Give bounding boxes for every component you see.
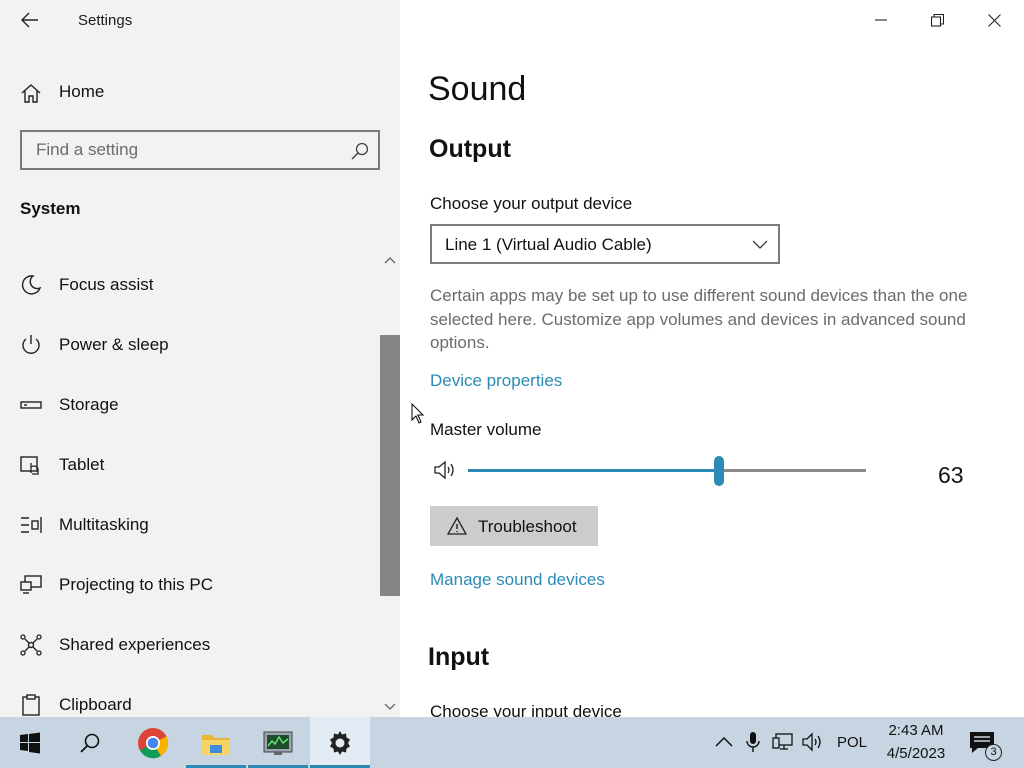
master-volume-label: Master volume bbox=[430, 420, 542, 439]
sidebar-item-label: Multitasking bbox=[59, 515, 149, 534]
sound-settings-page: Sound Output Choose your output device L… bbox=[400, 0, 1024, 717]
taskbar-file-explorer[interactable] bbox=[186, 717, 246, 768]
master-volume-value: 63 bbox=[938, 462, 964, 488]
app-title: Settings bbox=[78, 12, 133, 29]
sidebar-item-label: Projecting to this PC bbox=[59, 575, 214, 594]
scroll-up-chevron-icon[interactable] bbox=[383, 254, 397, 266]
output-device-dropdown[interactable]: Line 1 (Virtual Audio Cable) bbox=[430, 224, 780, 264]
tablet-icon bbox=[20, 456, 39, 475]
sidebar-item-label: Focus assist bbox=[59, 275, 154, 294]
close-button[interactable] bbox=[966, 0, 1023, 40]
search-icon bbox=[80, 733, 100, 753]
section-label-system: System bbox=[20, 199, 81, 218]
sidebar-item-projecting[interactable]: Projecting to this PC bbox=[0, 556, 380, 616]
scroll-down-chevron-icon[interactable] bbox=[383, 700, 397, 712]
sidebar-item-label: Clipboard bbox=[59, 695, 132, 714]
slider-thumb[interactable] bbox=[714, 456, 724, 486]
page-title: Sound bbox=[428, 70, 527, 108]
multitasking-icon bbox=[21, 517, 42, 533]
notification-count-badge: 3 bbox=[985, 744, 1002, 761]
start-button[interactable] bbox=[0, 717, 60, 768]
minimize-button[interactable] bbox=[852, 0, 909, 40]
sidebar-nav-list: Focus assist Power & sleep Storage Table… bbox=[0, 256, 380, 717]
sidebar-item-label: Storage bbox=[59, 395, 119, 414]
network-icon bbox=[772, 733, 793, 750]
search-field[interactable] bbox=[20, 130, 380, 170]
sidebar-item-clipboard[interactable]: Clipboard bbox=[0, 676, 380, 717]
clock-date[interactable]: 4/5/2023 bbox=[880, 745, 952, 762]
task-manager-icon bbox=[263, 731, 293, 755]
sidebar-item-label: Shared experiences bbox=[59, 635, 211, 654]
windows-logo-icon bbox=[20, 732, 40, 753]
sidebar-item-focus-assist[interactable]: Focus assist bbox=[0, 256, 380, 316]
microphone-tray-button[interactable] bbox=[742, 731, 764, 753]
network-tray-button[interactable] bbox=[772, 731, 794, 753]
microphone-icon bbox=[746, 732, 760, 752]
output-device-label: Choose your output device bbox=[430, 194, 633, 213]
output-device-selected-value: Line 1 (Virtual Audio Cable) bbox=[445, 235, 652, 254]
sidebar-item-tablet[interactable]: Tablet bbox=[0, 436, 380, 496]
close-icon bbox=[988, 13, 1001, 27]
warning-icon bbox=[447, 516, 467, 535]
taskbar-chrome[interactable] bbox=[123, 717, 183, 768]
volume-tray-button[interactable] bbox=[802, 731, 824, 753]
sidebar-item-power-sleep[interactable]: Power & sleep bbox=[0, 316, 380, 376]
sidebar-item-home[interactable]: Home bbox=[0, 72, 400, 112]
restore-button[interactable] bbox=[909, 0, 966, 40]
folder-icon bbox=[202, 734, 230, 755]
taskbar-search-button[interactable] bbox=[60, 717, 120, 768]
moon-icon bbox=[21, 275, 42, 295]
clock-time[interactable]: 2:43 AM bbox=[880, 722, 952, 739]
chevron-up-icon bbox=[715, 736, 733, 747]
speaker-volume-icon[interactable] bbox=[433, 459, 459, 481]
speaker-icon bbox=[802, 732, 821, 752]
home-icon bbox=[21, 84, 41, 103]
input-heading: Input bbox=[428, 643, 490, 671]
sidebar-item-label: Power & sleep bbox=[59, 335, 169, 354]
clipboard-icon bbox=[22, 694, 40, 716]
input-language-indicator[interactable]: POL bbox=[837, 734, 867, 751]
manage-sound-devices-link[interactable]: Manage sound devices bbox=[430, 570, 605, 590]
taskbar-settings[interactable] bbox=[310, 717, 370, 768]
taskbar-task-manager[interactable] bbox=[248, 717, 308, 768]
back-button[interactable] bbox=[16, 8, 44, 32]
chrome-icon bbox=[138, 727, 169, 758]
power-icon bbox=[22, 335, 40, 354]
sidebar-item-label: Tablet bbox=[59, 455, 105, 474]
mouse-cursor-icon bbox=[411, 403, 425, 424]
sidebar-item-shared-experiences[interactable]: Shared experiences bbox=[0, 616, 380, 676]
shared-experiences-icon bbox=[20, 634, 42, 656]
show-hidden-icons-button[interactable] bbox=[713, 731, 735, 753]
sidebar-item-storage[interactable]: Storage bbox=[0, 376, 380, 436]
search-icon[interactable] bbox=[350, 141, 370, 161]
input-device-label: Choose your input device bbox=[430, 702, 622, 717]
storage-icon bbox=[20, 401, 42, 409]
search-input[interactable] bbox=[24, 134, 344, 166]
output-heading: Output bbox=[429, 135, 511, 163]
chevron-down-icon bbox=[752, 240, 768, 249]
gear-icon bbox=[330, 730, 350, 755]
taskbar: POL 2:43 AM 4/5/2023 3 bbox=[0, 717, 1024, 768]
minimize-icon bbox=[874, 19, 887, 21]
slider-fill bbox=[468, 469, 719, 472]
restore-icon bbox=[931, 13, 944, 27]
projecting-icon bbox=[20, 575, 42, 594]
sidebar-item-multitasking[interactable]: Multitasking bbox=[0, 496, 380, 556]
sidebar-item-label: Home bbox=[59, 82, 105, 101]
output-device-description: Certain apps may be set up to use differ… bbox=[430, 286, 968, 352]
back-arrow-icon bbox=[21, 12, 38, 28]
sidebar-scrollbar-thumb[interactable] bbox=[380, 335, 400, 596]
settings-sidebar: Settings Home System Focus assist P bbox=[0, 0, 400, 717]
master-volume-slider[interactable] bbox=[468, 456, 866, 486]
troubleshoot-button[interactable]: Troubleshoot bbox=[430, 506, 598, 546]
device-properties-link[interactable]: Device properties bbox=[430, 371, 562, 391]
troubleshoot-label: Troubleshoot bbox=[478, 517, 577, 536]
